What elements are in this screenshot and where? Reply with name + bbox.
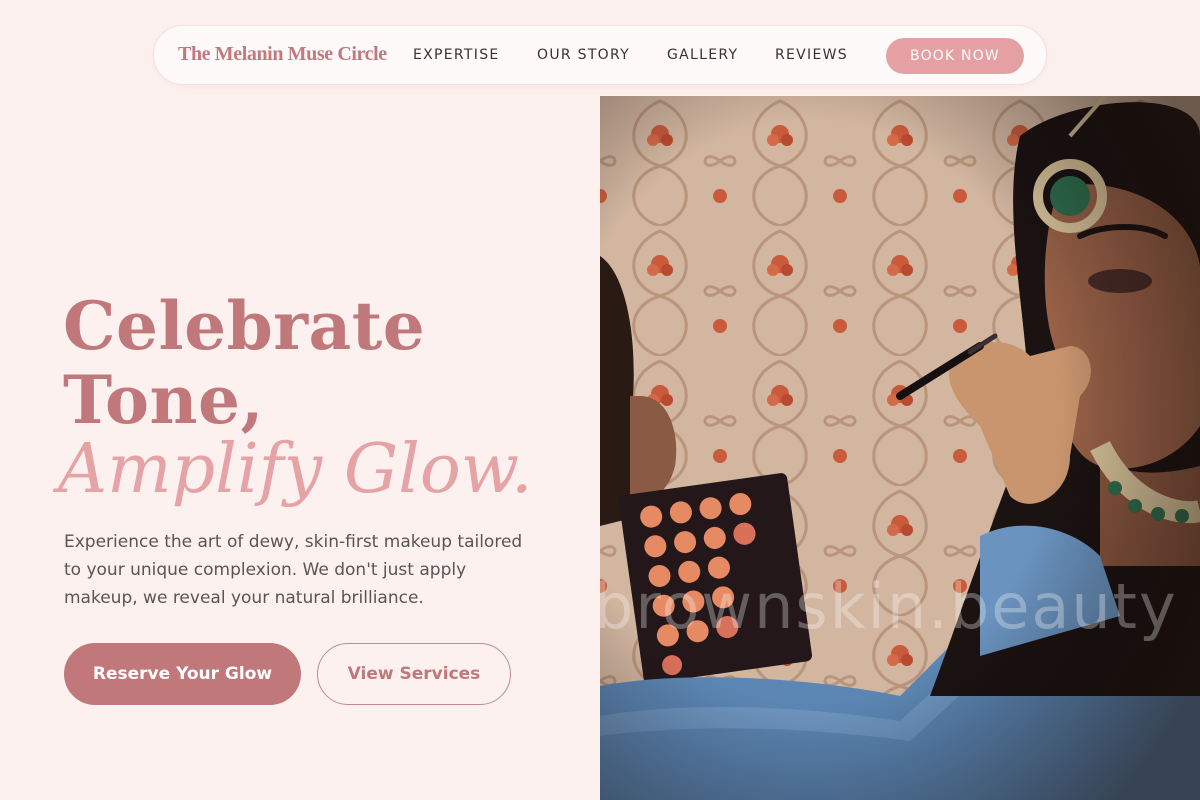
top-navbar: The Melanin Muse Circle EXPERTISE OUR ST…	[153, 25, 1047, 85]
hero-heading-line-2: Tone,	[63, 361, 265, 439]
hero-heading-line-1: Celebrate	[63, 287, 426, 365]
hero-image: brownskin.beauty	[600, 96, 1200, 800]
brand-logo[interactable]: The Melanin Muse Circle	[178, 43, 387, 66]
nav-link-expertise[interactable]: EXPERTISE	[413, 47, 500, 63]
image-watermark: brownskin.beauty	[600, 570, 1178, 643]
makeup-artist-photo	[600, 96, 1200, 800]
nav-link-our-story[interactable]: OUR STORY	[537, 47, 630, 63]
nav-link-reviews[interactable]: REVIEWS	[775, 47, 848, 63]
hero-description: Experience the art of dewy, skin-first m…	[64, 532, 523, 608]
nav-link-gallery[interactable]: GALLERY	[667, 47, 738, 63]
book-now-button[interactable]: BOOK NOW	[886, 38, 1024, 74]
reserve-your-glow-button[interactable]: Reserve Your Glow	[64, 643, 301, 705]
hero-heading-line-3: Amplify Glow.	[58, 430, 533, 509]
view-services-button[interactable]: View Services	[317, 643, 511, 705]
